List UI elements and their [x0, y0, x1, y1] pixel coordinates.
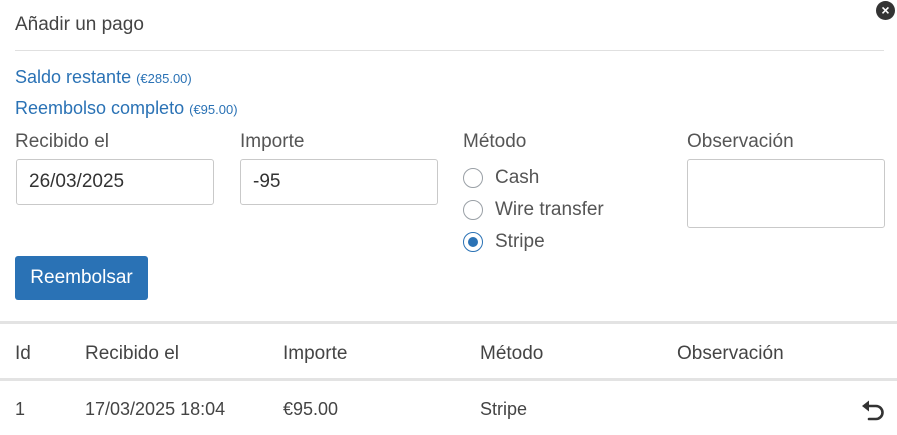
- full-refund-label: Reembolso completo: [15, 98, 185, 118]
- full-refund-amount: (€95.00): [189, 102, 238, 117]
- method-label: Método: [463, 131, 527, 152]
- column-header-amount[interactable]: Importe: [283, 343, 347, 365]
- received-label: Recibido el: [15, 131, 109, 152]
- header-divider: [15, 50, 884, 51]
- close-icon[interactable]: ×: [876, 1, 895, 20]
- method-option-stripe[interactable]: Stripe: [463, 231, 545, 253]
- method-option-label: Stripe: [495, 231, 545, 252]
- table-top-divider: [0, 321, 897, 324]
- note-textarea[interactable]: [687, 159, 885, 228]
- cell-received: 17/03/2025 18:04: [85, 399, 226, 419]
- table-header-divider: [0, 378, 897, 381]
- remaining-balance-link[interactable]: Saldo restante (€285.00): [15, 67, 192, 88]
- method-option-wire-transfer[interactable]: Wire transfer: [463, 199, 604, 221]
- cell-id: 1: [15, 399, 26, 419]
- column-header-method[interactable]: Método: [480, 343, 543, 365]
- undo-icon[interactable]: [860, 398, 886, 422]
- column-header-note[interactable]: Observación: [677, 343, 784, 365]
- radio-wire-transfer[interactable]: [463, 200, 483, 220]
- amount-input[interactable]: -95: [240, 159, 438, 205]
- cell-method: Stripe: [480, 399, 528, 419]
- add-payment-modal: Añadir un pago × Saldo restante (€285.00…: [0, 0, 897, 435]
- received-date-input[interactable]: 26/03/2025: [16, 159, 214, 205]
- refund-button[interactable]: Reembolsar: [15, 256, 148, 300]
- amount-label: Importe: [240, 131, 305, 152]
- method-option-label: Wire transfer: [495, 199, 604, 220]
- radio-cash[interactable]: [463, 168, 483, 188]
- full-refund-link[interactable]: Reembolso completo (€95.00): [15, 98, 238, 119]
- column-header-received[interactable]: Recibido el: [85, 343, 179, 365]
- method-option-cash[interactable]: Cash: [463, 167, 539, 189]
- cell-amount: €95.00: [283, 399, 339, 419]
- remaining-balance-amount: (€285.00): [136, 71, 192, 86]
- remaining-balance-label: Saldo restante: [15, 67, 132, 87]
- radio-stripe[interactable]: [463, 232, 483, 252]
- modal-title: Añadir un pago: [15, 14, 144, 35]
- note-label: Observación: [687, 131, 794, 152]
- method-option-label: Cash: [495, 167, 540, 188]
- column-header-id[interactable]: Id: [15, 343, 31, 365]
